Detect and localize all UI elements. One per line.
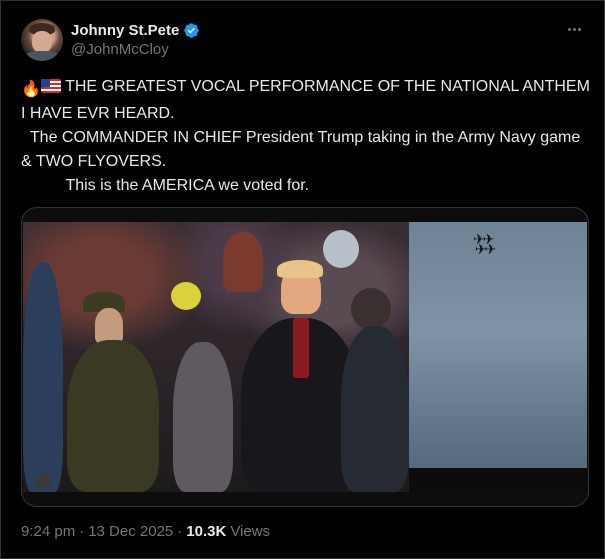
avatar-face <box>32 31 52 53</box>
sky-letterbox <box>409 468 587 492</box>
tweet-text: 🔥 THE GREATEST VOCAL PERFORMANCE OF THE … <box>21 75 591 198</box>
avatar-shirt <box>25 51 59 61</box>
meta-separator: · <box>79 523 85 540</box>
author-display-name[interactable]: Johnny St.Pete <box>71 22 179 39</box>
views-label: Views <box>230 523 271 540</box>
spectator-red <box>223 232 263 292</box>
person-left-edge <box>23 262 63 492</box>
video-badge-icon[interactable] <box>35 474 51 488</box>
soldier-uniform <box>67 340 159 492</box>
trump-hair <box>277 260 323 278</box>
agent-head <box>351 288 391 330</box>
video-media[interactable]: ✈✈ ✈✈ <box>21 207 589 507</box>
tweet-date[interactable]: 13 Dec 2025 <box>88 523 173 540</box>
avatar[interactable] <box>21 19 63 61</box>
tweet-line-3: This is the AMERICA we voted for. <box>21 177 310 194</box>
tweet-time[interactable]: 9:24 pm <box>21 523 75 540</box>
red-tie <box>293 318 309 378</box>
video-frame[interactable]: ✈✈ ✈✈ <box>23 222 587 492</box>
meta-separator: · <box>177 523 183 540</box>
verified-badge-icon <box>184 22 200 38</box>
author-name-row[interactable]: Johnny St.Pete <box>71 20 200 40</box>
crowd-scene <box>23 222 409 492</box>
yellow-hat <box>171 282 201 310</box>
author-handle[interactable]: @JohnMcCloy <box>71 41 169 58</box>
fire-emoji: 🔥 <box>21 81 41 98</box>
soldier-face <box>95 308 123 344</box>
spectator-gray <box>173 342 233 492</box>
tweet-meta: 9:24 pm · 13 Dec 2025 · 10.3K Views <box>21 523 270 540</box>
tweet-line-1: THE GREATEST VOCAL PERFORMANCE OF THE NA… <box>21 78 595 122</box>
tweet-line-2: The COMMANDER IN CHIEF President Trump t… <box>21 129 585 170</box>
tweet-card[interactable]: Johnny St.Pete @JohnMcCloy 🔥 THE GREATES… <box>0 0 605 559</box>
views-count[interactable]: 10.3K <box>186 523 226 540</box>
spectator-top-hat <box>323 230 359 268</box>
sky-scene <box>409 222 587 468</box>
jets-formation-icon: ✈✈ ✈✈ <box>473 231 496 257</box>
us-flag-icon <box>40 79 61 93</box>
agent-body <box>341 326 409 492</box>
more-options-icon[interactable] <box>564 19 584 39</box>
